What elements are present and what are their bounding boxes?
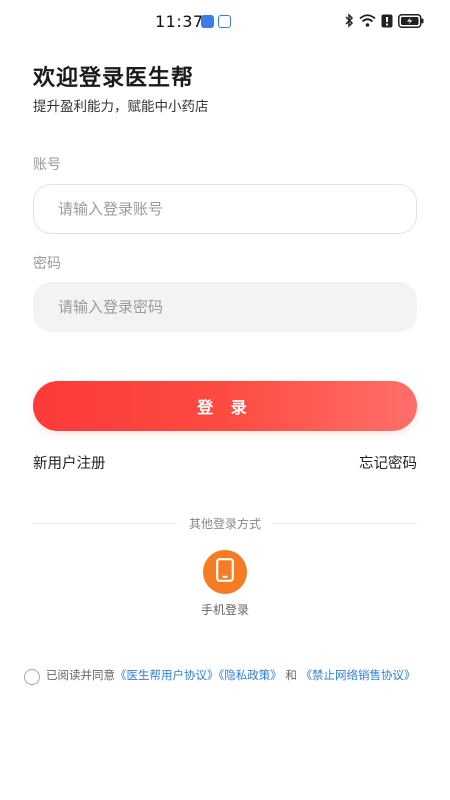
status-bar: 11:37 [0, 0, 450, 44]
account-input[interactable] [33, 184, 417, 234]
phone-login-button[interactable]: 手机登录 [195, 550, 255, 618]
privacy-policy-link[interactable]: 《隐私政策》 [219, 668, 282, 682]
user-agreement-link[interactable]: 《医生帮用户协议》 [115, 668, 219, 682]
agreement-prefix: 已阅读并同意 [46, 668, 115, 682]
alert-icon [381, 14, 393, 28]
page-title: 欢迎登录医生帮 [33, 66, 195, 91]
page-subtitle: 提升盈利能力，赋能中小药店 [33, 99, 209, 115]
login-button[interactable]: 登 录 [33, 381, 417, 431]
status-time: 11:37 [155, 12, 204, 31]
agreement-row: 已阅读并同意《医生帮用户协议》《隐私政策》 和 《禁止网络销售协议》 [24, 668, 424, 685]
app-notification-icon [218, 15, 231, 28]
network-sales-agreement-link[interactable]: 《禁止网络销售协议》 [301, 668, 416, 682]
agreement-text: 已阅读并同意《医生帮用户协议》《隐私政策》 和 《禁止网络销售协议》 [24, 668, 424, 682]
forgot-password-link[interactable]: 忘记密码 [359, 452, 417, 473]
login-page: 11:37 欢迎登录医生帮 提升盈利能力，赋能中小药店 账号 请输入登录账号 密… [0, 0, 450, 800]
phone-login-circle[interactable] [203, 550, 247, 594]
battery-charging-icon [398, 13, 424, 28]
status-indicators [344, 13, 424, 28]
divider-line [33, 522, 177, 524]
app-notification-icon [201, 15, 214, 28]
phone-icon [216, 558, 234, 586]
wifi-icon [359, 14, 376, 27]
other-login-label: 其他登录方式 [189, 516, 262, 531]
password-label: 密码 [33, 256, 61, 272]
divider-line [273, 522, 418, 524]
agreement-and: 和 [285, 668, 297, 682]
bluetooth-icon [344, 13, 354, 28]
password-input[interactable] [33, 282, 417, 332]
register-link[interactable]: 新用户注册 [33, 452, 106, 473]
agreement-checkbox[interactable] [24, 669, 40, 685]
account-label: 账号 [33, 157, 61, 173]
phone-login-label: 手机登录 [200, 603, 249, 617]
other-login-divider: 其他登录方式 [33, 514, 418, 532]
